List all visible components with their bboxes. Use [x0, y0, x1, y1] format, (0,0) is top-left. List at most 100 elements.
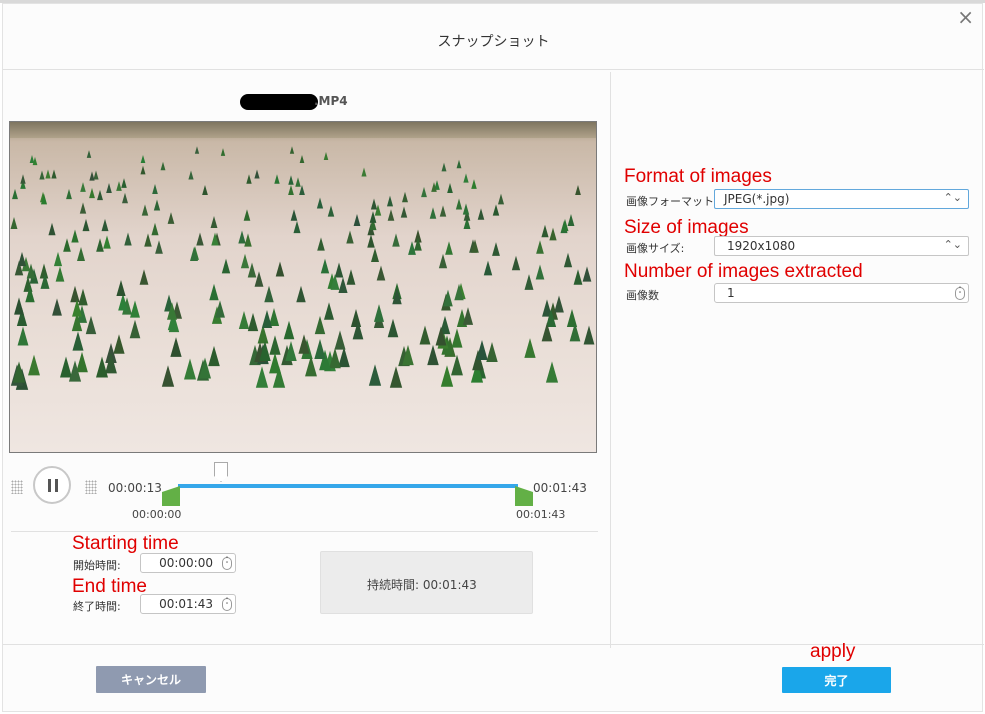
- shrub-shape: [116, 279, 126, 296]
- shrub-shape: [45, 168, 51, 179]
- shrub-shape: [243, 209, 251, 221]
- shrub-shape: [535, 239, 544, 254]
- shrub-shape: [369, 210, 377, 223]
- shrub-shape: [320, 258, 329, 274]
- annotation-format: Format of images: [624, 166, 772, 187]
- shrub-shape: [269, 352, 281, 374]
- cancel-button[interactable]: キャンセル: [96, 666, 206, 693]
- redacted-filename: [240, 94, 318, 110]
- shrub-shape: [275, 261, 285, 277]
- shrub-shape: [523, 337, 536, 358]
- shrub-shape: [123, 231, 132, 246]
- shrub-shape: [72, 299, 82, 317]
- shrub-shape: [220, 147, 225, 156]
- shrub-shape: [190, 247, 199, 262]
- shrub-shape: [387, 195, 394, 206]
- shrub-shape: [18, 252, 27, 267]
- shrub-shape: [184, 358, 197, 379]
- start-time-label: 開始時間:: [73, 559, 121, 572]
- duration-display: 持続時間: 00:01:43: [320, 551, 533, 614]
- shrub-shape: [209, 283, 219, 301]
- shrub-shape: [274, 174, 280, 184]
- shrub-shape: [401, 191, 408, 203]
- shrub-shape: [170, 336, 182, 357]
- video-horizon: [10, 122, 596, 138]
- shrub-shape: [221, 258, 231, 274]
- shrub-shape: [346, 230, 355, 244]
- stepper-icon[interactable]: ˄ ˅: [955, 287, 965, 300]
- shrub-shape: [368, 363, 382, 386]
- shrub-shape: [129, 319, 141, 338]
- shrub-shape: [32, 156, 37, 166]
- shrub-shape: [366, 234, 375, 248]
- total-time: 00:01:43: [533, 481, 587, 495]
- shrub-shape: [62, 238, 71, 253]
- shrub-shape: [20, 174, 26, 184]
- pause-button[interactable]: [33, 466, 71, 504]
- shrub-shape: [25, 286, 35, 303]
- shrub-shape: [545, 361, 558, 384]
- shrub-shape: [456, 198, 463, 210]
- shrub-shape: [541, 225, 549, 238]
- shrub-shape: [52, 298, 63, 316]
- shrub-shape: [141, 204, 149, 216]
- shrub-shape: [139, 269, 148, 285]
- shrub-shape: [79, 202, 86, 214]
- shrub-shape: [240, 253, 250, 269]
- shrub-shape: [328, 205, 335, 217]
- pause-icon: [48, 479, 51, 492]
- timeline-track[interactable]: [178, 484, 518, 488]
- shrub-shape: [12, 361, 25, 383]
- shrub-shape: [255, 366, 268, 388]
- shrub-shape: [361, 167, 367, 177]
- end-time-label: 終了時間:: [73, 600, 121, 613]
- count-value: 1: [727, 286, 735, 300]
- shrub-shape: [440, 365, 453, 388]
- shrub-shape: [121, 177, 127, 188]
- stepper-icon[interactable]: ˄ ˅: [222, 598, 232, 611]
- count-input[interactable]: 1 ˄ ˅: [714, 283, 969, 303]
- shrub-shape: [211, 232, 219, 246]
- header-divider: [3, 69, 984, 70]
- current-time: 00:00:13: [108, 481, 162, 495]
- end-time-input[interactable]: 00:01:43 ˄ ˅: [140, 594, 236, 614]
- shrub-shape: [419, 325, 430, 345]
- ok-button[interactable]: 完了: [782, 667, 891, 693]
- size-select[interactable]: 1920x1080 ⌃⌄: [714, 236, 969, 256]
- format-label: 画像フォーマット: [626, 195, 714, 208]
- shrub-shape: [167, 211, 175, 224]
- shrub-shape: [141, 155, 146, 164]
- shrub-shape: [238, 230, 246, 244]
- format-select[interactable]: JPEG(*.jpg) ⌃⌄: [714, 189, 969, 209]
- shrub-shape: [287, 185, 294, 196]
- shrub-shape: [27, 354, 40, 376]
- shrub-shape: [389, 366, 403, 388]
- shrub-shape: [199, 357, 212, 379]
- shrub-shape: [210, 215, 218, 228]
- shrub-shape: [259, 340, 271, 362]
- close-icon[interactable]: ×: [957, 6, 974, 28]
- shrub-shape: [429, 206, 437, 219]
- shrub-shape: [463, 203, 470, 215]
- shrub-shape: [160, 162, 166, 171]
- shrub-shape: [247, 312, 258, 331]
- start-time-input[interactable]: 00:00:00 ˄ ˅: [140, 553, 236, 573]
- annotation-count: Number of images extracted: [624, 261, 863, 282]
- shrub-shape: [535, 264, 545, 280]
- file-extension: .MP4: [314, 94, 348, 108]
- shrub-shape: [476, 339, 488, 360]
- shrub-shape: [288, 175, 295, 186]
- annotation-starting-time: Starting time: [72, 533, 179, 554]
- shrub-shape: [55, 266, 64, 282]
- shrub-shape: [51, 168, 57, 179]
- shrub-shape: [246, 174, 252, 184]
- dialog-title: スナップショット: [437, 34, 550, 50]
- shrub-shape: [491, 241, 500, 256]
- stepper-icon[interactable]: ˄ ˅: [222, 557, 232, 570]
- shrub-shape: [443, 289, 453, 307]
- shrub-shape: [88, 171, 95, 182]
- shrub-shape: [463, 173, 469, 183]
- shrub-shape: [463, 307, 474, 326]
- chevron-updown-icon: ⌃⌄: [943, 238, 962, 251]
- shrub-shape: [140, 165, 146, 175]
